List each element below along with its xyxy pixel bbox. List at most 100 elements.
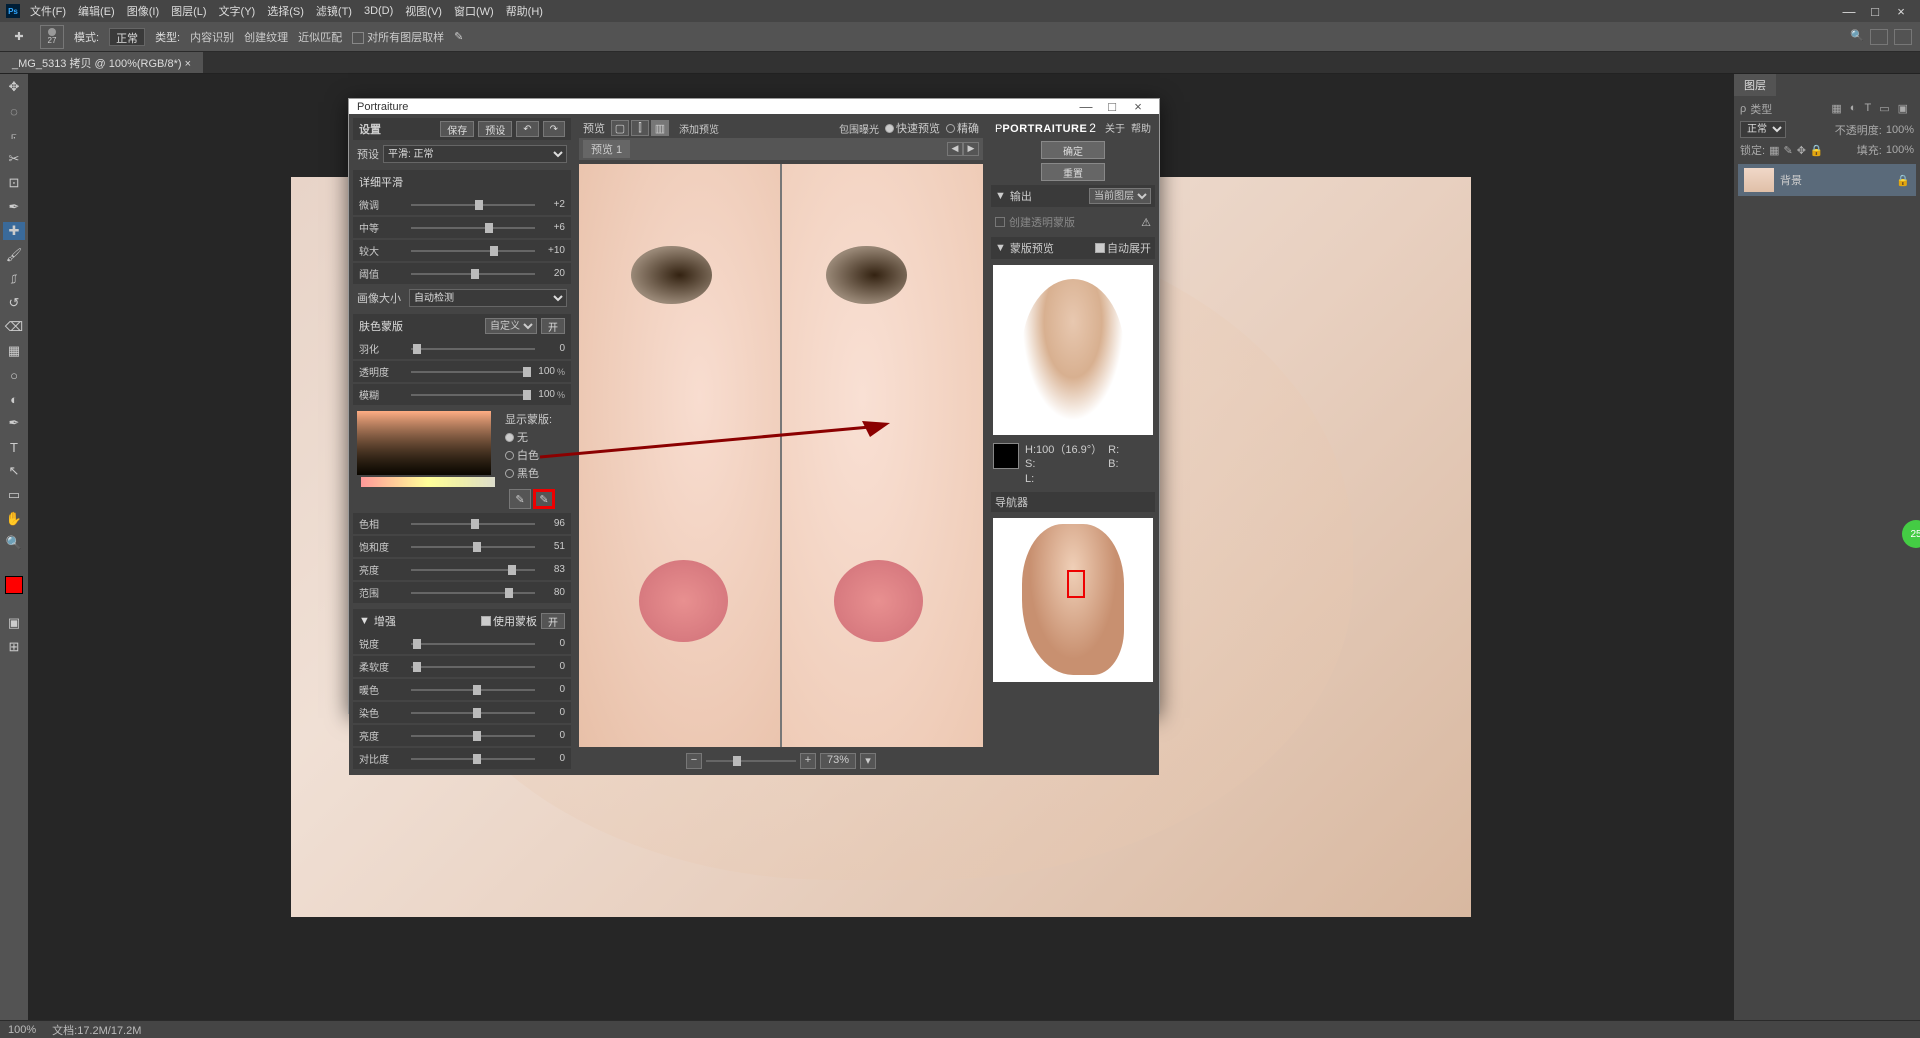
autoexpand-check[interactable]: 自动展开 [1095,240,1151,256]
filter-type-icon[interactable]: T [1864,102,1871,115]
pressure-icon[interactable]: ✎ [454,30,463,43]
help-link[interactable]: 帮助 [1131,120,1151,135]
eraser-tool-icon[interactable]: ⌫ [3,318,25,336]
preview-pane[interactable] [579,164,983,747]
type-content-aware[interactable]: 内容识别 [190,29,234,45]
add-preview-button[interactable]: 添加预览 [679,121,719,136]
dialog-close-icon[interactable]: × [1125,99,1151,114]
zoom-in-button[interactable]: + [800,753,816,769]
healing-brush-icon[interactable]: ✚ [8,26,30,48]
enhance-on-button[interactable]: 开 [541,613,565,629]
smooth-large-slider[interactable] [411,248,535,254]
type-proximity[interactable]: 近似匹配 [298,29,342,45]
maskpreview-section[interactable]: ▼蒙版预览 自动展开 [991,237,1155,259]
hand-tool-icon[interactable]: ✋ [3,510,25,528]
doc-info[interactable]: 文档:17.2M/17.2M [52,1022,141,1038]
path-tool-icon[interactable]: ↖ [3,462,25,480]
opacity-value[interactable]: 100% [1886,124,1914,136]
use-mask-check[interactable]: 使用蒙板 [481,613,537,629]
foreground-color-swatch[interactable] [5,576,23,594]
smooth-med-slider[interactable] [411,225,535,231]
layers-tab[interactable]: 图层 [1734,74,1776,96]
dialog-maximize-icon[interactable]: □ [1099,99,1125,114]
sampled-color-swatch[interactable] [993,443,1019,469]
zoom-tool-icon[interactable]: 🔍 [3,534,25,552]
sharp-slider[interactable] [411,641,535,647]
hue-slider[interactable] [411,521,535,527]
lock-pos-icon[interactable]: ✥ [1797,144,1806,157]
document-tab[interactable]: _MG_5313 拷贝 @ 100%(RGB/8*) × [0,52,203,73]
healing-brush-tool-icon[interactable]: ✚ [3,222,25,240]
threshold-slider[interactable] [411,271,535,277]
preview-before[interactable] [579,164,780,747]
layer-name[interactable]: 背景 [1780,172,1802,188]
shape-tool-icon[interactable]: ▭ [3,486,25,504]
layer-row-background[interactable]: 👁 背景 🔒 [1738,164,1916,196]
lock-paint-icon[interactable]: ✎ [1783,144,1792,157]
bright-slider[interactable] [411,733,535,739]
lasso-tool-icon[interactable]: ⟔ [3,126,25,144]
filter-adjust-icon[interactable]: ◐ [1850,102,1857,115]
tint-slider[interactable] [411,710,535,716]
filter-shape-icon[interactable]: ▭ [1879,102,1889,115]
menu-view[interactable]: 视图(V) [405,3,442,19]
dialog-minimize-icon[interactable]: — [1073,99,1099,114]
view-vert-icon[interactable]: ▥ [651,120,669,136]
gradient-tool-icon[interactable]: ▦ [3,342,25,360]
fast-preview-radio[interactable]: 快速预览 [885,120,940,136]
quick-select-tool-icon[interactable]: ✂ [3,150,25,168]
menu-layer[interactable]: 图层(L) [171,3,206,19]
redo-button[interactable]: ↷ [543,121,565,137]
dodge-tool-icon[interactable]: ◐ [3,390,25,408]
smoothing-section[interactable]: 详细平滑 [353,170,571,194]
minimize-icon[interactable]: — [1836,4,1862,19]
marquee-tool-icon[interactable]: ◌ [3,102,25,120]
lock-trans-icon[interactable]: ▦ [1769,144,1779,157]
radio-none[interactable]: 无 [505,429,559,445]
skinmask-section[interactable]: 肤色蒙版 自定义 开 [353,314,571,338]
menu-help[interactable]: 帮助(H) [506,3,543,19]
skinmask-custom-select[interactable]: 自定义 [485,318,537,334]
warm-slider[interactable] [411,687,535,693]
preview-tab[interactable]: 预览 1 [583,140,630,158]
stamp-tool-icon[interactable]: ⎎ [3,270,25,288]
next-preview-icon[interactable]: ▶ [963,142,979,156]
output-section[interactable]: ▼输出 当前图层 [991,185,1155,207]
menu-filter[interactable]: 滤镜(T) [316,3,352,19]
eyedropper-sub-icon[interactable]: ✎ [509,489,531,509]
brush-preview[interactable]: 27 [40,25,64,49]
skinmask-on-button[interactable]: 开 [541,318,565,334]
mask-preview[interactable] [993,265,1153,435]
fill-value[interactable]: 100% [1886,144,1914,156]
zoom-value[interactable]: 73% [820,753,856,769]
lum-slider[interactable] [411,567,535,573]
dialog-titlebar[interactable]: Portraiture — □ × [349,99,1159,114]
zoom-out-button[interactable]: − [686,753,702,769]
save-button[interactable]: 保存 [440,121,474,137]
bracket-button[interactable]: 包围曝光 [839,121,879,136]
screen-mode-icon[interactable]: ⊞ [3,638,25,656]
pen-tool-icon[interactable]: ✒ [3,414,25,432]
move-tool-icon[interactable]: ✥ [3,78,25,96]
quick-mask-icon[interactable]: ▣ [3,614,25,632]
navigator-viewport-rect[interactable] [1067,570,1085,598]
view-horiz-icon[interactable]: ⫿ [631,120,649,136]
screen-mode[interactable] [1894,29,1912,45]
blend-mode-select[interactable]: 正常 [1740,121,1786,138]
portrait-size-select[interactable]: 自动检测 [409,289,567,307]
type-create-texture[interactable]: 创建纹理 [244,29,288,45]
ok-button[interactable]: 确定 [1041,141,1105,159]
blur-tool-icon[interactable]: ○ [3,366,25,384]
brush-tool-icon[interactable]: 🖌 [3,246,25,264]
zoom-slider[interactable] [706,758,796,764]
opacity-slider[interactable] [411,369,525,375]
search-icon[interactable]: 🔍 [1850,29,1864,45]
radio-white[interactable]: 白色 [505,447,559,463]
about-link[interactable]: 关于 [1105,120,1125,135]
prev-preview-icon[interactable]: ◀ [947,142,963,156]
zoom-level[interactable]: 100% [8,1024,36,1036]
color-picker[interactable] [357,411,491,475]
eyedropper-add-icon[interactable]: ✎ [533,489,555,509]
menu-window[interactable]: 窗口(W) [454,3,494,19]
layer-thumbnail[interactable] [1744,168,1774,192]
